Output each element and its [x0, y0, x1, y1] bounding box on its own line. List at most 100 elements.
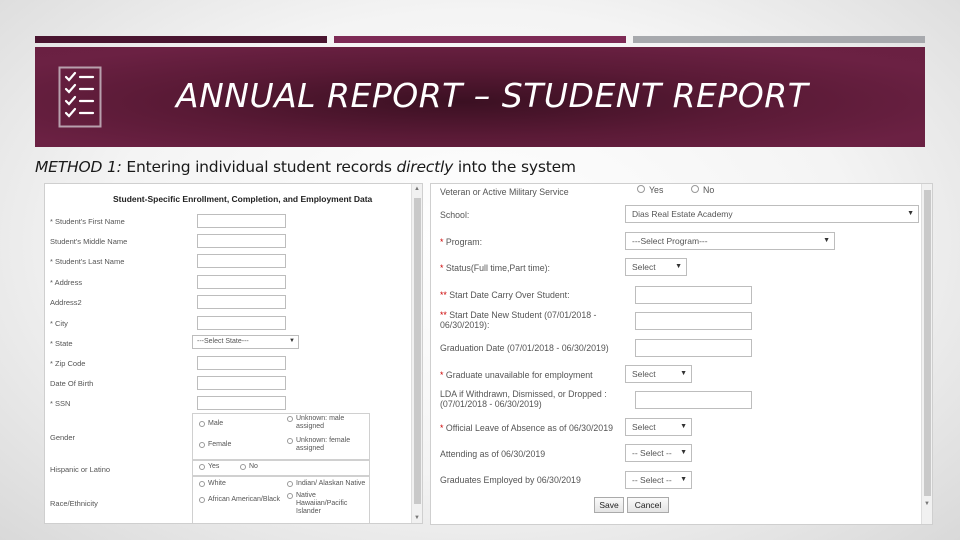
unavailable-label: * Graduate unavailable for employment — [440, 370, 593, 380]
last-name-input[interactable] — [197, 254, 286, 268]
graduation-date-input[interactable] — [635, 339, 752, 357]
address2-label: Address2 — [50, 298, 82, 307]
address-label: * Address — [50, 278, 83, 287]
new-student-date-input[interactable] — [635, 312, 752, 330]
gender-female-label: Female — [208, 441, 232, 448]
middle-name-input[interactable] — [197, 234, 286, 248]
hispanic-no-label: No — [249, 463, 258, 470]
program-select-value: ---Select Program--- — [632, 236, 708, 246]
save-button[interactable]: Save — [594, 497, 624, 513]
address-input[interactable] — [197, 275, 286, 289]
gender-male-label: Male — [208, 420, 224, 427]
chevron-down-icon: ▼ — [289, 338, 295, 344]
left-scrollbar-thumb[interactable] — [414, 198, 421, 504]
race-african-label: African American/Black — [208, 496, 280, 503]
state-select[interactable]: ---Select State--- ▼ — [192, 335, 299, 349]
gender-unknown-male-radio[interactable] — [287, 416, 293, 422]
leave-label-text: Official Leave of Absence as of 06/30/20… — [445, 423, 613, 433]
top-bar-medium — [334, 36, 626, 43]
cancel-button[interactable]: Cancel — [627, 497, 669, 513]
leave-select[interactable]: Select ▼ — [625, 418, 692, 436]
subtitle-text-1: Entering individual student records — [126, 158, 392, 176]
state-select-value: ---Select State--- — [197, 338, 249, 345]
ssn-label: * SSN — [50, 399, 71, 408]
race-white-checkbox[interactable] — [199, 481, 205, 487]
form-heading: Student-Specific Enrollment, Completion,… — [113, 194, 373, 204]
veteran-no-label: No — [703, 185, 715, 195]
gender-unknown-female-radio[interactable] — [287, 438, 293, 444]
dob-label: Date Of Birth — [50, 379, 94, 388]
left-scrollbar[interactable]: ▲ ▼ — [411, 184, 422, 523]
top-bar-dark — [35, 36, 327, 43]
employed-select-value: -- Select -- — [632, 475, 672, 485]
left-form-screenshot: Student-Specific Enrollment, Completion,… — [44, 183, 423, 524]
gender-female-radio[interactable] — [199, 442, 205, 448]
scroll-up-icon[interactable]: ▲ — [414, 186, 420, 192]
dob-input[interactable] — [197, 376, 286, 390]
last-name-label: * Student's Last Name — [50, 257, 125, 266]
unavailable-select-value: Select — [632, 369, 656, 379]
program-label-text: Program: — [445, 237, 483, 247]
gender-male-radio[interactable] — [199, 421, 205, 427]
race-african-checkbox[interactable] — [199, 497, 205, 503]
race-indian-label: Indian/ Alaskan Native — [296, 480, 366, 487]
chevron-down-icon: ▼ — [680, 370, 687, 377]
school-label: School: — [440, 210, 470, 220]
zip-label: * Zip Code — [50, 359, 86, 368]
scroll-down-icon[interactable]: ▼ — [414, 515, 420, 521]
city-input[interactable] — [197, 316, 286, 330]
race-label: Race/Ethnicity — [50, 499, 98, 508]
status-select-value: Select — [632, 262, 656, 272]
ssn-input[interactable] — [197, 396, 286, 410]
address2-input[interactable] — [197, 295, 286, 309]
gender-unknown-female-label: Unknown: female assigned — [296, 437, 351, 452]
right-scrollbar[interactable]: ▼ — [921, 184, 932, 524]
gender-label: Gender — [50, 433, 76, 442]
veteran-yes-radio[interactable] — [637, 185, 645, 193]
subtitle-emphasis: directly — [396, 158, 454, 176]
status-label: * Status(Full time,Part time): — [440, 263, 550, 273]
chevron-down-icon: ▼ — [680, 423, 687, 430]
race-hawaiian-checkbox[interactable] — [287, 493, 293, 499]
state-label: * State — [50, 339, 73, 348]
program-select[interactable]: ---Select Program--- ▼ — [625, 232, 835, 250]
subtitle-prefix: METHOD 1: — [35, 158, 122, 176]
status-select[interactable]: Select ▼ — [625, 258, 687, 276]
chevron-down-icon: ▼ — [680, 449, 687, 456]
employed-label: Graduates Employed by 06/30/2019 — [440, 475, 581, 485]
right-form-screenshot: Veteran or Active Military Service Yes N… — [430, 183, 933, 525]
status-label-text: Status(Full time,Part time): — [445, 263, 550, 273]
subtitle-text-2: into the system — [457, 158, 576, 176]
carry-over-label-text: Start Date Carry Over Student: — [449, 290, 570, 300]
right-scrollbar-thumb[interactable] — [924, 190, 931, 496]
graduation-label: Graduation Date (07/01/2018 - 06/30/2019… — [440, 343, 609, 353]
employed-select[interactable]: -- Select -- ▼ — [625, 471, 692, 489]
hispanic-no-radio[interactable] — [240, 464, 246, 470]
chevron-down-icon: ▼ — [675, 263, 682, 270]
carry-over-label: ** Start Date Carry Over Student: — [440, 290, 570, 300]
race-indian-checkbox[interactable] — [287, 481, 293, 487]
checklist-icon — [58, 66, 102, 128]
carry-over-date-input[interactable] — [635, 286, 752, 304]
chevron-down-icon: ▼ — [823, 237, 830, 244]
first-name-input[interactable] — [197, 214, 286, 228]
method-subtitle: METHOD 1: Entering individual student re… — [35, 158, 576, 176]
zip-input[interactable] — [197, 356, 286, 370]
hispanic-yes-radio[interactable] — [199, 464, 205, 470]
unavailable-select[interactable]: Select ▼ — [625, 365, 692, 383]
lda-date-input[interactable] — [635, 391, 752, 409]
chevron-down-icon: ▼ — [680, 476, 687, 483]
school-select[interactable]: Dias Real Estate Academy ▼ — [625, 205, 919, 223]
new-student-label: ** Start Date New Student (07/01/2018 - … — [440, 310, 597, 330]
chevron-down-icon: ▼ — [907, 210, 914, 217]
hispanic-label: Hispanic or Latino — [50, 465, 111, 474]
city-label: * City — [50, 319, 68, 328]
attending-select-value: -- Select -- — [632, 448, 672, 458]
attending-select[interactable]: -- Select -- ▼ — [625, 444, 692, 462]
scroll-down-icon[interactable]: ▼ — [924, 501, 930, 507]
unavailable-label-text: Graduate unavailable for employment — [445, 370, 593, 380]
page-title: ANNUAL REPORT – STUDENT REPORT — [176, 76, 809, 115]
attending-label: Attending as of 06/30/2019 — [440, 449, 546, 459]
veteran-no-radio[interactable] — [691, 185, 699, 193]
leave-select-value: Select — [632, 422, 656, 432]
